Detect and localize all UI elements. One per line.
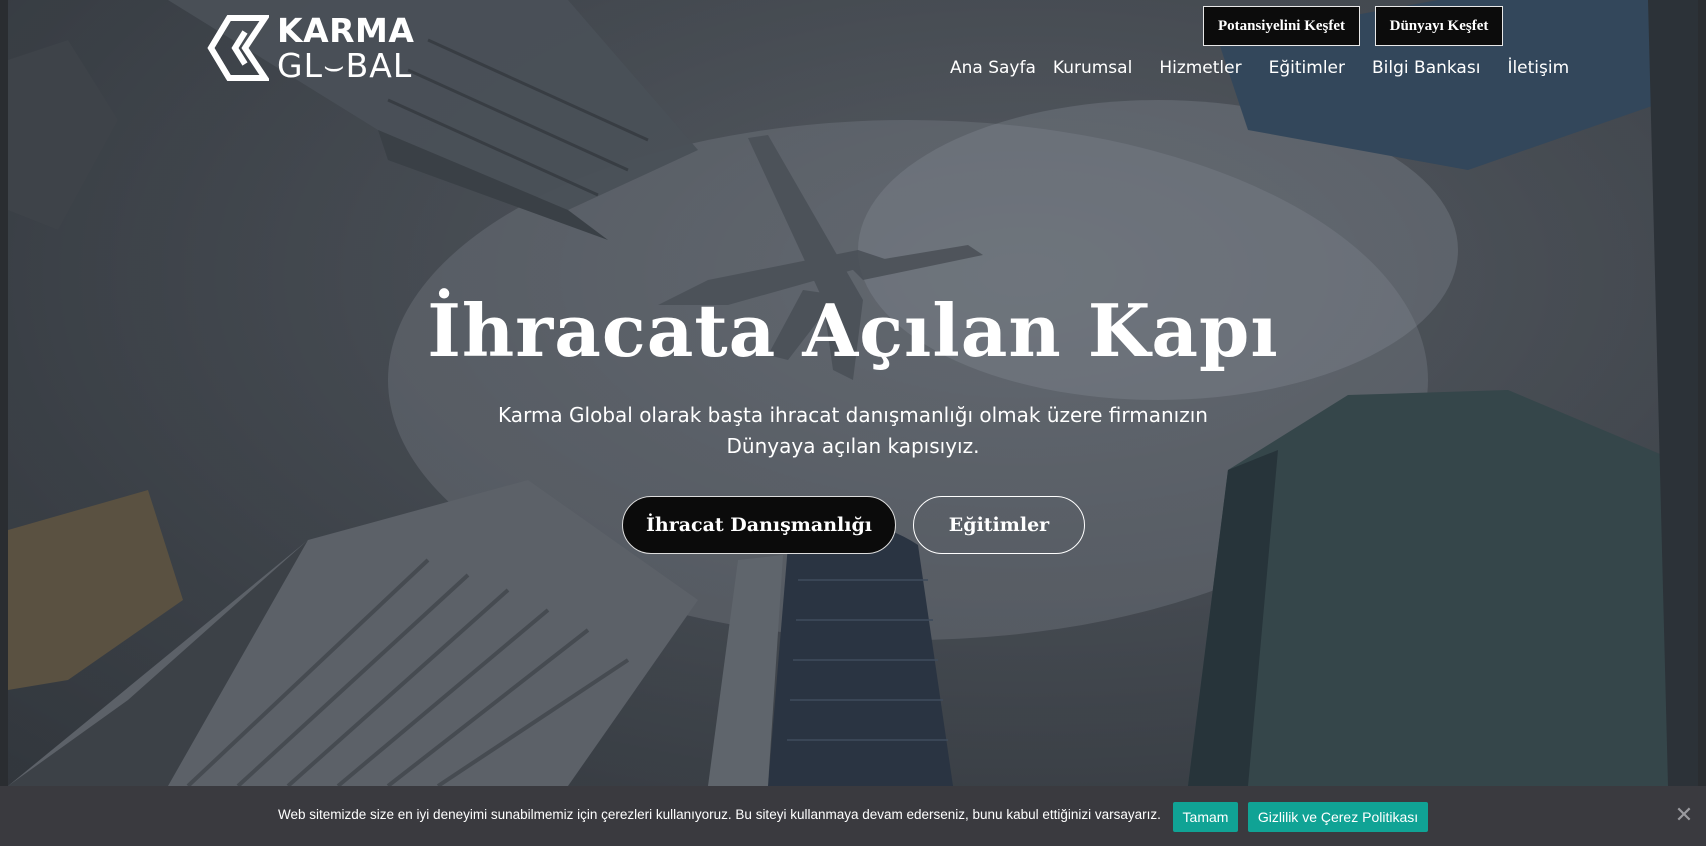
ihracat-danismanligi-button[interactable]: İhracat Danışmanlığı	[622, 496, 896, 554]
hero-title: İhracata Açılan Kapı	[427, 288, 1279, 373]
hero-subtitle-line2: Dünyaya açılan kapısıyız.	[726, 434, 980, 458]
nav-item-iletisim[interactable]: İletişim	[1507, 58, 1569, 78]
cookie-policy-button[interactable]: Gizlilik ve Çerez Politikası	[1248, 802, 1428, 832]
hero-subtitle: Karma Global olarak başta ihracat danışm…	[450, 400, 1256, 462]
egitimler-button[interactable]: Eğitimler	[913, 496, 1085, 554]
page-right-edge	[1698, 0, 1706, 786]
nav-item-kurumsal[interactable]: Kurumsal	[1053, 58, 1132, 78]
cookie-consent-bar: Web sitemizde size en iyi deneyimi sunab…	[0, 786, 1706, 846]
hero-subtitle-line1: Karma Global olarak başta ihracat danışm…	[498, 403, 1208, 427]
brand-logo[interactable]: KARMA GL⌣BAL	[207, 14, 414, 82]
brand-wordmark: KARMA GL⌣BAL	[277, 14, 414, 82]
main-navigation: Ana Sayfa Kurumsal Hizmetler Eğitimler B…	[950, 58, 1569, 78]
nav-item-bilgi-bankasi[interactable]: Bilgi Bankası	[1372, 58, 1480, 78]
nav-item-ana-sayfa[interactable]: Ana Sayfa	[950, 58, 1036, 78]
potansiyelini-kesfet-button[interactable]: Potansiyelini Keşfet	[1203, 6, 1360, 46]
nav-item-egitimler[interactable]: Eğitimler	[1269, 58, 1345, 78]
skyscraper-scene-illustration	[8, 0, 1698, 786]
cookie-message: Web sitemizde size en iyi deneyimi sunab…	[278, 807, 1161, 822]
hero-background	[8, 0, 1698, 786]
close-icon[interactable]: ✕	[1672, 803, 1696, 827]
karma-k-mark-icon	[207, 15, 269, 81]
brand-name-line2: GL⌣BAL	[277, 46, 413, 85]
page-left-edge	[0, 0, 8, 786]
brand-name-line1: KARMA	[277, 11, 415, 50]
dunyayi-kesfet-button[interactable]: Dünyayı Keşfet	[1375, 6, 1503, 46]
nav-item-hizmetler[interactable]: Hizmetler	[1159, 58, 1241, 78]
cookie-accept-button[interactable]: Tamam	[1173, 802, 1238, 832]
